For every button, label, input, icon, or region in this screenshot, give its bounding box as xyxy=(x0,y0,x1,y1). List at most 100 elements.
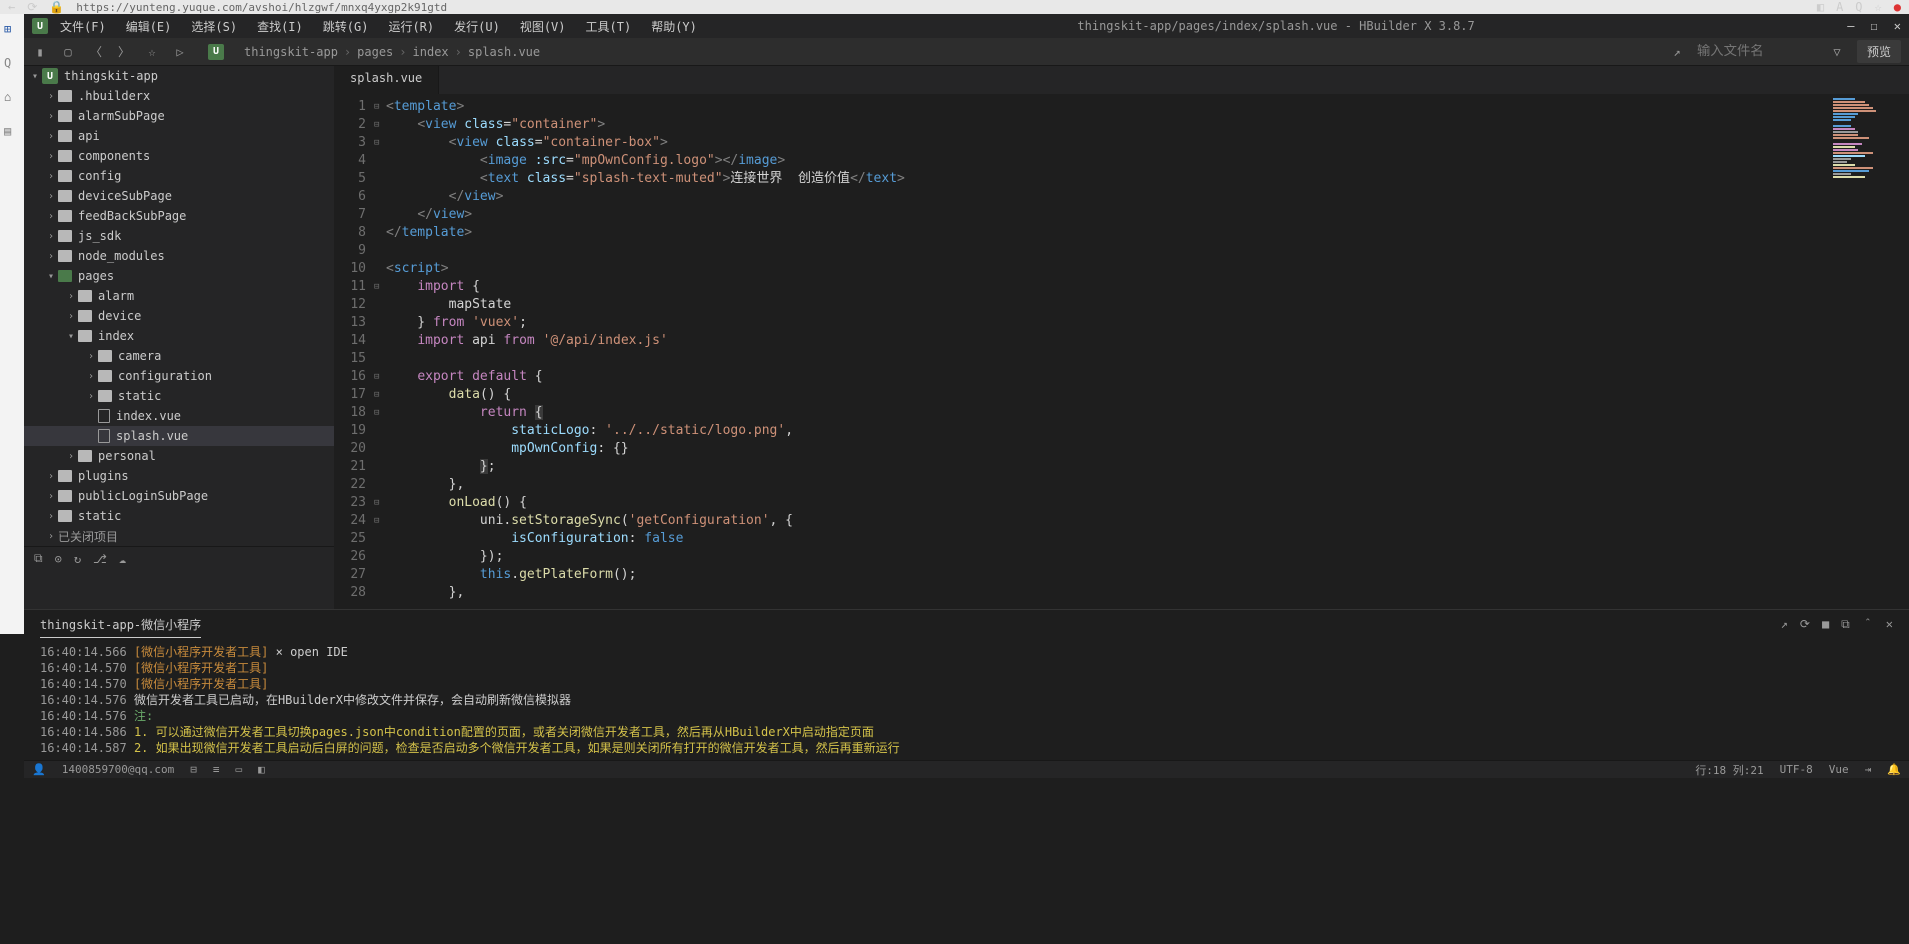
menu-help[interactable]: 帮助(Y) xyxy=(643,16,705,37)
tree-splashvue[interactable]: splash.vue xyxy=(116,429,188,443)
tree-root[interactable]: thingskit-app xyxy=(64,69,158,83)
status-language[interactable]: Vue xyxy=(1829,763,1849,776)
breadcrumb[interactable]: thingskit-app› pages› index› splash.vue xyxy=(244,45,540,59)
editor-tab[interactable]: splash.vue xyxy=(334,66,439,94)
status-icon-3[interactable]: ▭ xyxy=(236,763,243,776)
tree-device[interactable]: deviceSubPage xyxy=(78,189,172,203)
cloud-icon[interactable]: ☁ xyxy=(119,552,126,566)
tree-publiclogin[interactable]: publicLoginSubPage xyxy=(78,489,208,503)
folder-icon xyxy=(58,190,72,202)
file-search-input[interactable] xyxy=(1697,44,1817,59)
terminal-icon[interactable]: ⧉ xyxy=(34,551,43,566)
menu-run[interactable]: 运行(R) xyxy=(380,16,442,37)
new-file-icon[interactable]: ▢ xyxy=(60,44,76,60)
console-stop-icon[interactable]: ■ xyxy=(1822,617,1829,634)
rail-doc-icon[interactable]: ▤ xyxy=(4,124,20,140)
menu-goto[interactable]: 跳转(G) xyxy=(315,16,377,37)
bc-pages[interactable]: pages xyxy=(357,45,393,59)
status-icon-2[interactable]: ≡ xyxy=(213,763,220,776)
menu-file[interactable]: 文件(F) xyxy=(52,16,114,37)
rail-home-icon[interactable]: ⌂ xyxy=(4,90,20,106)
sync-icon[interactable]: ↻ xyxy=(74,552,81,566)
star-icon[interactable]: ☆ xyxy=(144,44,160,60)
status-position[interactable]: 行:18 列:21 xyxy=(1695,762,1763,778)
tree-api[interactable]: api xyxy=(78,129,100,143)
tree-closed[interactable]: 已关闭项目 xyxy=(58,528,118,545)
refresh-icon[interactable]: ⟳ xyxy=(27,0,37,14)
folder-icon xyxy=(58,150,72,162)
console-collapse-icon[interactable]: ＾ xyxy=(1862,617,1874,634)
favorite-icon[interactable]: ☆ xyxy=(1875,0,1882,14)
zoom-icon[interactable]: Q xyxy=(1855,0,1862,14)
close-icon[interactable]: ✕ xyxy=(1894,19,1901,33)
minimap[interactable] xyxy=(1829,94,1909,609)
user-icon[interactable]: 👤 xyxy=(32,763,46,776)
tree-static[interactable]: static xyxy=(118,389,161,403)
console-output[interactable]: 16:40:14.566 [微信小程序开发者工具] × open IDE 16:… xyxy=(24,640,1909,760)
extension-icon[interactable]: ◧ xyxy=(1817,0,1824,14)
tree-components[interactable]: components xyxy=(78,149,150,163)
tree-nodemod[interactable]: node_modules xyxy=(78,249,165,263)
sidebar-toggle-icon[interactable]: ▮ xyxy=(32,44,48,60)
tree-indexvue[interactable]: index.vue xyxy=(116,409,181,423)
filter-icon[interactable]: ▽ xyxy=(1829,44,1845,60)
console-close-icon[interactable]: ✕ xyxy=(1886,617,1893,634)
url-bar[interactable]: https://yunteng.yuque.com/avshoi/hlzgwf/… xyxy=(76,1,1805,14)
fold-gutter[interactable]: ⊟⊟⊟⊟⊟⊟⊟⊟⊟ xyxy=(374,94,386,609)
record-icon[interactable]: ● xyxy=(1894,0,1901,14)
file-icon xyxy=(98,429,110,443)
translate-icon[interactable]: A xyxy=(1836,0,1843,14)
menu-publish[interactable]: 发行(U) xyxy=(446,16,508,37)
bc-root[interactable]: thingskit-app xyxy=(244,45,338,59)
maximize-icon[interactable]: ☐ xyxy=(1871,19,1878,33)
file-explorer[interactable]: ▾Uthingskit-app ›.hbuilderx ›alarmSubPag… xyxy=(24,66,334,609)
tree-personal[interactable]: personal xyxy=(98,449,156,463)
branch-icon[interactable]: ⎇ xyxy=(93,552,107,566)
rail-icon-1[interactable]: ⊞ xyxy=(4,22,20,38)
menu-bar: U 文件(F) 编辑(E) 选择(S) 查找(I) 跳转(G) 运行(R) 发行… xyxy=(24,14,1909,38)
tree-static2[interactable]: static xyxy=(78,509,121,523)
nav-forward-icon[interactable]: 〉 xyxy=(116,44,132,60)
nav-back-icon[interactable]: 〈 xyxy=(88,44,104,60)
tree-config2[interactable]: configuration xyxy=(118,369,212,383)
status-notif-icon[interactable]: 🔔 xyxy=(1887,763,1901,776)
menu-view[interactable]: 视图(V) xyxy=(512,16,574,37)
preview-button[interactable]: 预览 xyxy=(1857,40,1901,63)
tree-feedback[interactable]: feedBackSubPage xyxy=(78,209,186,223)
play-icon[interactable]: ▷ xyxy=(172,44,188,60)
minimize-icon[interactable]: — xyxy=(1847,19,1854,33)
tree-alarm[interactable]: alarmSubPage xyxy=(78,109,165,123)
menu-select[interactable]: 选择(S) xyxy=(183,16,245,37)
console-export-icon[interactable]: ↗ xyxy=(1781,617,1788,634)
menu-edit[interactable]: 编辑(E) xyxy=(118,16,180,37)
status-icon-4[interactable]: ◧ xyxy=(258,763,265,776)
console-tab[interactable]: thingskit-app-微信小程序 xyxy=(40,612,201,638)
tree-alarm2[interactable]: alarm xyxy=(98,289,134,303)
menu-tool[interactable]: 工具(T) xyxy=(578,16,640,37)
tool-bar: ▮ ▢ 〈 〉 ☆ ▷ U thingskit-app› pages› inde… xyxy=(24,38,1909,66)
console-refresh-icon[interactable]: ⟳ xyxy=(1800,617,1810,634)
bc-file[interactable]: splash.vue xyxy=(468,45,540,59)
back-icon[interactable]: ← xyxy=(8,0,15,14)
bc-index[interactable]: index xyxy=(413,45,449,59)
folder-icon xyxy=(58,230,72,242)
tree-config[interactable]: config xyxy=(78,169,121,183)
status-icon-1[interactable]: ⊟ xyxy=(190,763,197,776)
tree-pages[interactable]: pages xyxy=(78,269,114,283)
tree-plugins[interactable]: plugins xyxy=(78,469,129,483)
rail-search-icon[interactable]: Q xyxy=(4,56,20,72)
tree-jssdk[interactable]: js_sdk xyxy=(78,229,121,243)
newwin-icon[interactable]: ↗ xyxy=(1669,44,1685,60)
tree-camera[interactable]: camera xyxy=(118,349,161,363)
code-area[interactable]: 1234567891011121314151617181920212223242… xyxy=(334,94,1909,609)
tree-index[interactable]: index xyxy=(98,329,134,343)
tree-device2[interactable]: device xyxy=(98,309,141,323)
bug-icon[interactable]: ⊙ xyxy=(55,552,62,566)
console-split-icon[interactable]: ⧉ xyxy=(1841,617,1850,634)
menu-find[interactable]: 查找(I) xyxy=(249,16,311,37)
status-user[interactable]: 1400859700@qq.com xyxy=(62,763,175,776)
status-indent-icon[interactable]: ⇥ xyxy=(1865,763,1872,776)
status-encoding[interactable]: UTF-8 xyxy=(1780,763,1813,776)
code-content[interactable]: <template> <view class="container"> <vie… xyxy=(386,94,1829,609)
tree-hbuilderx[interactable]: .hbuilderx xyxy=(78,89,150,103)
